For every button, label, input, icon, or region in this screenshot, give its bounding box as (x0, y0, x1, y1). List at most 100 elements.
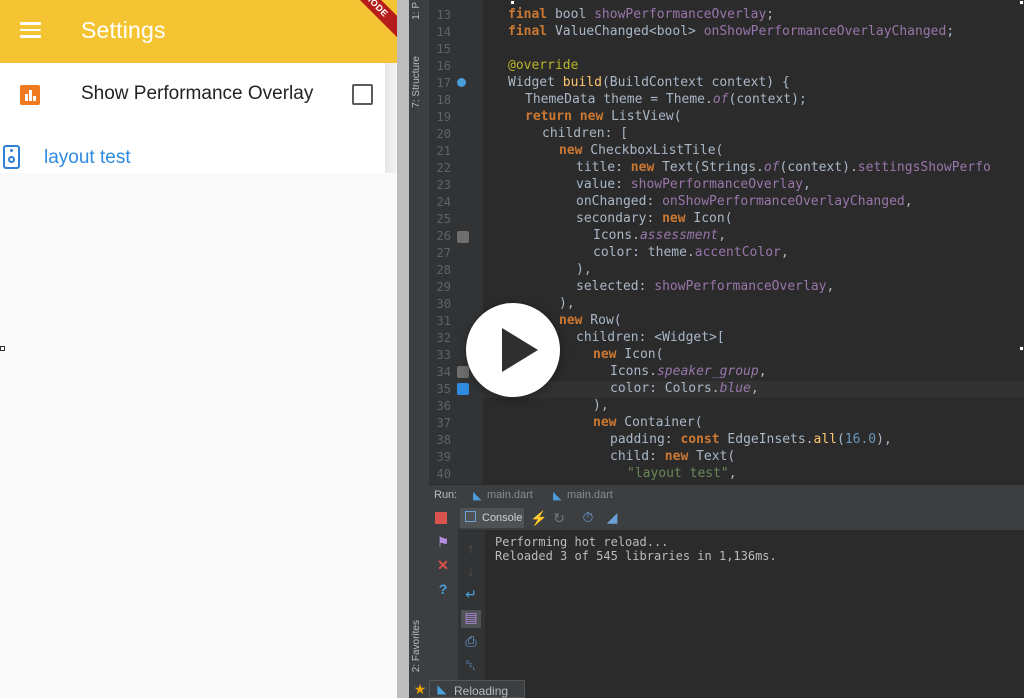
line-number: 40 (436, 467, 451, 481)
code-line: child: new Text( (610, 449, 736, 464)
favorites-star-icon[interactable]: ★ (412, 682, 428, 696)
color-swatch-icon (457, 383, 469, 395)
line-number: 31 (436, 314, 451, 328)
line-number: 13 (436, 8, 451, 22)
code-line: final ValueChanged<bool> onShowPerforman… (508, 24, 955, 39)
code-line: new Container( (593, 415, 703, 430)
code-line: Widget build(BuildContext context) { (508, 75, 790, 90)
line-number: 27 (436, 246, 451, 260)
page-title: Settings (81, 17, 166, 43)
assessment-icon (20, 85, 40, 105)
line-number: 35 (436, 382, 451, 396)
code-line: new CheckboxListTile( (559, 143, 724, 158)
layout-test-row: layout test (0, 140, 385, 180)
print-icon[interactable]: ⎙ (463, 634, 479, 648)
line-number: 28 (436, 263, 451, 277)
code-line: selected: showPerformanceOverlay, (576, 279, 835, 294)
app-bar: Settings (0, 0, 397, 63)
console-line: Reloaded 3 of 545 libraries in 1,136ms. (495, 549, 777, 563)
code-line: ), (559, 296, 575, 311)
line-number: 38 (436, 433, 451, 447)
status-bar: ◣ Reloading (429, 680, 525, 698)
line-number: 17 (436, 76, 451, 90)
run-tab-main[interactable]: main.dart (487, 489, 533, 501)
line-number: 24 (436, 195, 451, 209)
list-edge-shadow (385, 63, 397, 173)
line-number: 16 (436, 59, 451, 73)
line-number: 25 (436, 212, 451, 226)
stop-icon[interactable] (435, 512, 447, 524)
favorites-tab[interactable]: 2: Favorites (411, 620, 422, 672)
override-marker-icon[interactable] (457, 78, 466, 87)
code-line: final bool showPerformanceOverlay; (508, 7, 775, 22)
code-line: return new ListView( (525, 109, 682, 124)
timer-icon[interactable]: ⏱ (580, 510, 596, 524)
structure-tab[interactable]: 7: Structure (411, 56, 422, 108)
code-line: color: theme.accentColor, (593, 245, 789, 260)
line-number: 15 (436, 42, 451, 56)
flutter-icon: ◣ (473, 490, 482, 502)
window-divider (397, 0, 409, 698)
run-header: Run: ◣ main.dart ◣ main.dart (429, 484, 1024, 507)
resize-handle[interactable] (1019, 346, 1024, 351)
menu-icon[interactable] (20, 22, 41, 38)
resize-handle[interactable] (510, 0, 515, 5)
performance-overlay-checkbox[interactable] (352, 84, 373, 105)
assessment-preview-icon (457, 231, 469, 243)
code-line: ), (576, 262, 592, 277)
code-line: ThemeData theme = Theme.of(context); (525, 92, 807, 107)
code-line: Icons.assessment, (593, 228, 727, 243)
flutter-icon: ◣ (437, 682, 447, 696)
flutter-inspect-icon[interactable]: ◢ (604, 510, 620, 524)
console-icon (465, 511, 476, 522)
line-number: 19 (436, 110, 451, 124)
play-button[interactable] (466, 303, 560, 397)
line-number: 21 (436, 144, 451, 158)
pin-icon[interactable]: ⚑ (435, 535, 451, 549)
console-line: Performing hot reload... (495, 535, 669, 549)
close-icon[interactable]: ✕ (435, 558, 451, 572)
line-number: 14 (436, 25, 451, 39)
code-line: padding: const EdgeInsets.all(16.0), (610, 432, 892, 447)
tile-title: Show Performance Overlay (81, 83, 314, 104)
code-line: onChanged: onShowPerformanceOverlayChang… (576, 194, 913, 209)
line-number: 20 (436, 127, 451, 141)
scroll-to-end-icon[interactable]: ▤ (461, 610, 481, 628)
console-tab-label: Console (482, 512, 523, 524)
code-line: title: new Text(Strings.of(context).sett… (576, 160, 991, 175)
line-number: 39 (436, 450, 451, 464)
tab-console[interactable]: Console (460, 508, 524, 528)
flutter-app: Settings MODE Show Performance Overlay l… (0, 0, 397, 698)
line-number: 34 (436, 365, 451, 379)
status-text: Reloading (454, 684, 509, 698)
code-line: secondary: new Icon( (576, 211, 733, 226)
speaker-group-icon (3, 145, 20, 169)
code-line: children: <Widget>[ (576, 330, 725, 345)
line-number: 37 (436, 416, 451, 430)
code-line: "layout test", (627, 466, 737, 481)
down-arrow-icon[interactable]: ↓ (463, 564, 479, 578)
line-number: 32 (436, 331, 451, 345)
resize-handle[interactable] (1019, 0, 1024, 5)
layout-test-label: layout test (44, 147, 131, 168)
project-tab[interactable]: 1: P (411, 2, 422, 20)
run-label: Run: (434, 489, 458, 501)
play-icon (502, 328, 538, 372)
restart-icon[interactable]: ↻ (551, 511, 567, 525)
code-line: new Icon( (593, 347, 664, 362)
resize-handle[interactable] (0, 346, 5, 351)
trash-icon[interactable]: ␡ (463, 658, 479, 672)
wrap-icon[interactable]: ↵ (463, 587, 479, 601)
code-line: value: showPerformanceOverlay, (576, 177, 811, 192)
run-tab-main[interactable]: main.dart (567, 489, 613, 501)
speaker-preview-icon (457, 366, 469, 378)
code-line: new Row( (559, 313, 622, 328)
performance-overlay-tile[interactable]: Show Performance Overlay (0, 68, 385, 124)
code-line: color: Colors.blue, (610, 381, 759, 396)
up-arrow-icon[interactable]: ↑ (463, 541, 479, 555)
line-number: 23 (436, 178, 451, 192)
line-number: 22 (436, 161, 451, 175)
help-icon[interactable]: ? (435, 582, 451, 596)
line-number: 29 (436, 280, 451, 294)
hot-reload-icon[interactable]: ⚡ (530, 511, 547, 525)
